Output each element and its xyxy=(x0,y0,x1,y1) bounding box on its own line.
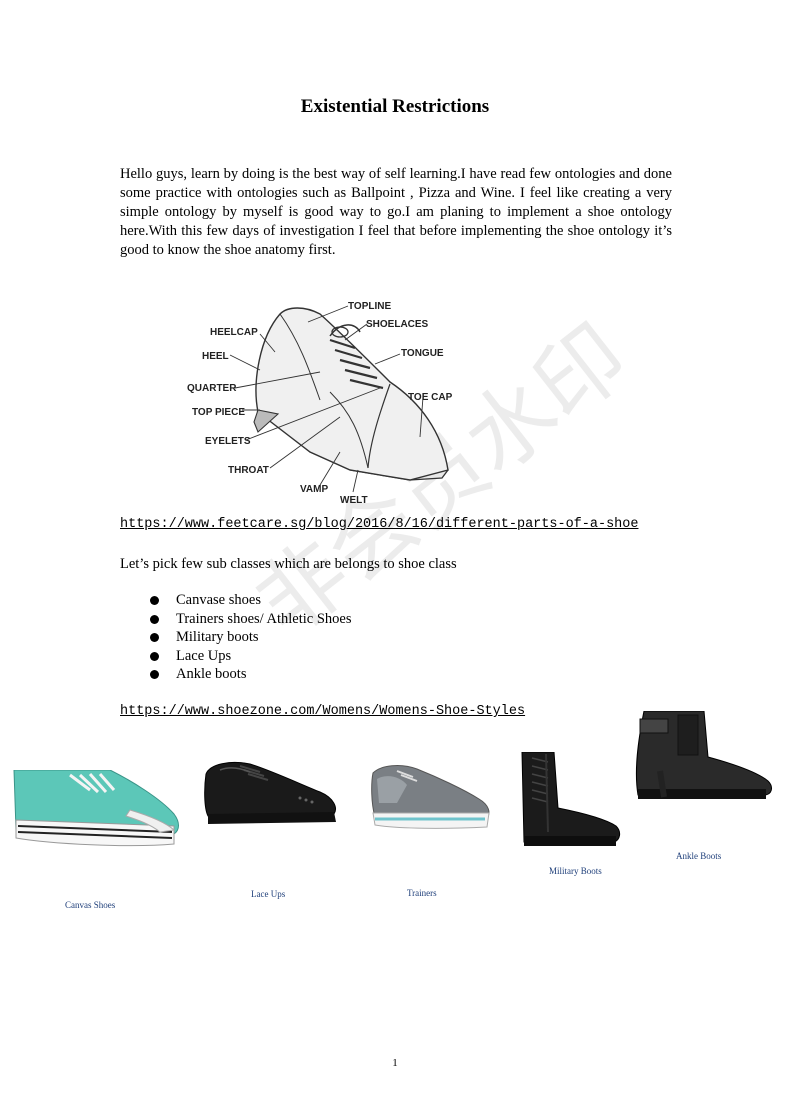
bullet-icon xyxy=(150,614,159,624)
page-title: Existential Restrictions xyxy=(300,96,490,117)
canvas-shoe-image xyxy=(13,770,179,847)
label-quarter: QUARTER xyxy=(187,383,237,394)
shoe-subclass-list: Canvase shoes Trainers shoes/ Athletic S… xyxy=(148,591,351,684)
shoezone-link[interactable]: https://www.shoezone.com/Womens/Womens-S… xyxy=(120,704,525,719)
bullet-icon xyxy=(150,596,159,605)
lead-sentence: Let’s pick few sub classes which are bel… xyxy=(120,556,457,572)
label-eyelets: EYELETS xyxy=(205,436,251,447)
label-throat: THROAT xyxy=(228,465,269,476)
label-heelcap: HEELCAP xyxy=(210,327,258,338)
label-shoelaces: SHOELACES xyxy=(366,319,429,330)
caption-ankle-boots: Ankle Boots xyxy=(676,851,722,861)
label-top-piece: TOP PIECE xyxy=(192,407,245,418)
list-item: Canvase shoes xyxy=(148,591,351,610)
caption-canvas-shoes: Canvas Shoes xyxy=(65,900,116,910)
lace-ups-image xyxy=(204,761,336,824)
bullet-icon xyxy=(150,633,159,642)
label-vamp: VAMP xyxy=(300,484,328,495)
list-item: Lace Ups xyxy=(148,647,351,666)
label-toe-cap: TOE CAP xyxy=(408,392,453,403)
feetcare-link[interactable]: https://www.feetcare.sg/blog/2016/8/16/d… xyxy=(120,517,638,532)
label-heel: HEEL xyxy=(202,351,229,362)
bullet-icon xyxy=(150,670,159,679)
page-number: 1 xyxy=(392,1057,398,1069)
bullet-icon xyxy=(150,651,159,661)
caption-lace-ups: Lace Ups xyxy=(251,889,286,899)
military-boots-image xyxy=(521,752,621,846)
trainers-image xyxy=(371,765,490,829)
ankle-boots-image xyxy=(635,711,772,799)
intro-paragraph: Hello guys, learn by doing is the best w… xyxy=(120,166,672,258)
label-tongue: TONGUE xyxy=(401,348,444,359)
caption-military-boots: Military Boots xyxy=(549,866,602,876)
list-item: Trainers shoes/ Athletic Shoes xyxy=(148,610,351,629)
list-item: Military boots xyxy=(148,628,351,647)
label-topline: TOPLINE xyxy=(348,301,391,312)
caption-trainers: Trainers xyxy=(407,888,437,898)
list-item: Ankle boots xyxy=(148,665,351,684)
label-welt: WELT xyxy=(340,495,368,506)
shoe-anatomy-diagram: TOPLINE SHOELACES HEELCAP HEEL TONGUE QU… xyxy=(187,301,453,506)
